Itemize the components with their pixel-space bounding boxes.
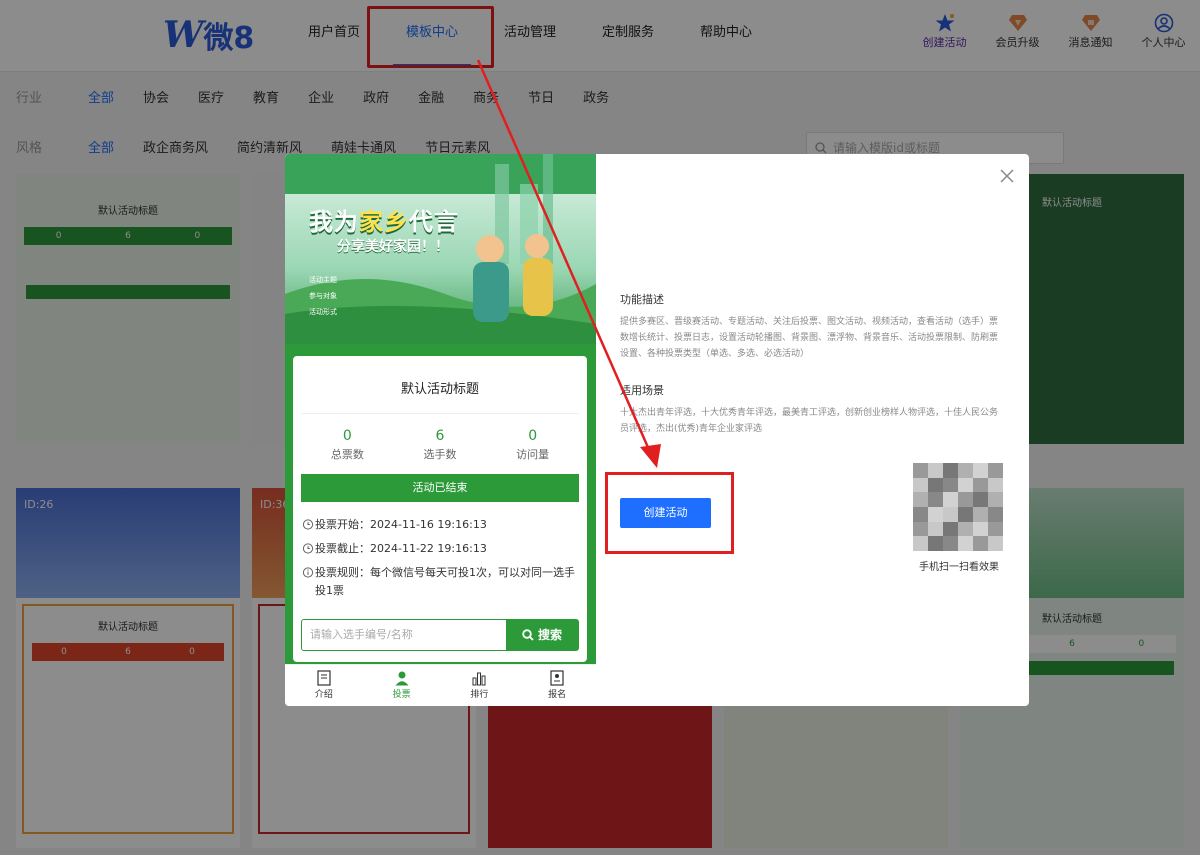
preview-tabbar: 介绍 投票 排行 报名	[285, 664, 596, 706]
banner-notes: 活动主题 参与对象 活动形式	[309, 276, 337, 316]
vote-rule-line: 投票规则：每个微信号每天可投1次，可以对同一选手投1票	[301, 564, 579, 600]
close-icon[interactable]	[999, 168, 1015, 184]
feature-description: 提供多赛区、晋级赛活动、专题活动、关注后投票、图文活动、视频活动，查看活动（选手…	[620, 317, 999, 359]
divider	[301, 413, 579, 414]
scene-description: 十大杰出青年评选，十大优秀青年评选，最美青工评选，创新创业榜样人物评选，十佳人民…	[620, 408, 999, 434]
search-icon	[522, 629, 534, 641]
preview-frame: 默认活动标题 0 总票数 6 选手数 0 访问量 活动已结束 投票开始：2024…	[285, 344, 596, 664]
activity-stats: 0 总票数 6 选手数 0 访问量	[301, 428, 579, 462]
contestant-search: 请输入选手编号/名称 搜索	[301, 619, 579, 651]
phone-preview: 我为家乡代言 分享美好家园！！ 活动主题 参与对象 活动形式 默认活动标题 0 …	[285, 154, 596, 706]
tab-ranking[interactable]: 排行	[441, 665, 519, 706]
template-preview-modal: 我为家乡代言 分享美好家园！！ 活动主题 参与对象 活动形式 默认活动标题 0 …	[285, 154, 1029, 706]
banner-subtitle: 分享美好家园！！	[337, 239, 449, 255]
create-button-highlight-box	[605, 472, 734, 554]
scene-title: 适用场景	[620, 384, 664, 397]
contestant-search-button[interactable]: 搜索	[506, 620, 578, 650]
activity-title: 默认活动标题	[400, 382, 479, 397]
vote-end-line: 投票截止：2024-11-22 19:16:13	[301, 540, 579, 558]
stat-total-votes: 0 总票数	[330, 428, 364, 461]
vote-start-line: 投票开始：2024-11-16 19:16:13	[301, 516, 579, 534]
activity-info-card: 默认活动标题 0 总票数 6 选手数 0 访问量 活动已结束 投票开始：2024…	[293, 356, 587, 662]
tab-vote[interactable]: 投票	[363, 665, 441, 706]
clock-icon	[302, 519, 314, 530]
info-icon	[302, 567, 314, 578]
person-icon	[363, 669, 441, 687]
banner-title: 我为家乡代言	[309, 208, 459, 236]
stat-visits: 0 访问量	[516, 428, 550, 461]
signup-icon	[518, 669, 596, 687]
tab-intro[interactable]: 介绍	[285, 665, 363, 706]
activity-status-bar: 活动已结束	[301, 474, 579, 502]
bar-chart-icon	[441, 669, 519, 687]
qr-caption: 手机扫一扫看效果	[919, 562, 999, 573]
stat-contestants: 6 选手数	[423, 428, 457, 461]
tab-signup[interactable]: 报名	[518, 665, 596, 706]
document-icon	[285, 669, 363, 687]
preview-banner: 我为家乡代言 分享美好家园！！ 活动主题 参与对象 活动形式	[285, 154, 596, 344]
clock-icon	[302, 543, 314, 554]
contestant-search-input[interactable]: 请输入选手编号/名称	[302, 620, 506, 650]
feature-title: 功能描述	[620, 293, 664, 306]
qr-code	[913, 463, 1003, 551]
